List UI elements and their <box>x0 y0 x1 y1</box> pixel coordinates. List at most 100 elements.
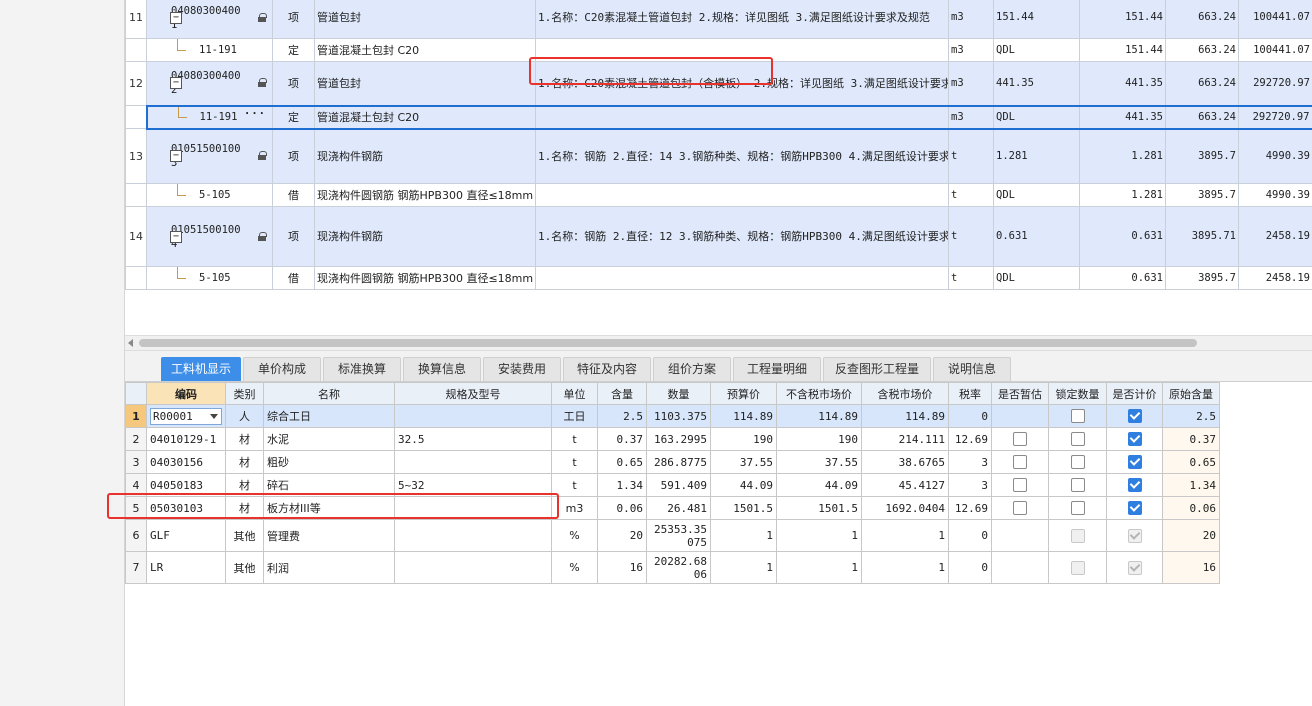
collapse-toggle-icon[interactable]: − <box>170 11 182 24</box>
resource-name[interactable]: 利润 <box>263 551 395 584</box>
priced-checkbox-cell[interactable] <box>1106 427 1163 451</box>
item-features[interactable]: 1.名称：C20素混凝土管道包封 2.规格：详见图纸 3.满足图纸设计要求及规范 <box>535 0 949 39</box>
lock-quantity-checkbox-cell[interactable] <box>1048 496 1107 520</box>
budget-price[interactable]: 1501.5 <box>710 496 777 520</box>
priced-checkbox[interactable] <box>1127 478 1142 492</box>
priced-checkbox-cell[interactable] <box>1106 551 1163 584</box>
estimate-checkbox[interactable] <box>1013 432 1027 446</box>
column-header[interactable]: 不含税市场价 <box>776 382 862 405</box>
priced-checkbox-cell[interactable] <box>1106 450 1163 474</box>
market-price-inc-tax[interactable]: 114.89 <box>861 404 949 428</box>
resource-name[interactable]: 水泥 <box>263 427 395 451</box>
scroll-left-arrow[interactable] <box>128 339 133 347</box>
quantity-expression[interactable]: 441.35 <box>993 61 1080 106</box>
tab-8[interactable]: 工程量明细 <box>733 357 821 381</box>
quota-sub-row[interactable]: 5-105 借现浇构件圆钢筋 钢筋HPB300 直径≤18mm t QDL 1.281 3… <box>125 183 1312 207</box>
quantity-expression[interactable]: 151.44 <box>993 0 1080 39</box>
tab-10[interactable]: 说明信息 <box>933 357 1011 381</box>
horizontal-scrollbar[interactable] <box>125 335 1312 351</box>
item-code-cell[interactable]: 5-105 <box>146 183 273 207</box>
tax-rate[interactable]: 0 <box>948 551 992 584</box>
estimate-checkbox-cell[interactable] <box>991 519 1049 552</box>
resource-row[interactable]: 6 GLF 其他 管理费% 20 25353.35075 1 1 1 0 20 <box>125 519 1220 552</box>
estimate-checkbox-cell[interactable] <box>991 450 1049 474</box>
resource-spec[interactable] <box>394 551 552 584</box>
budget-price[interactable]: 114.89 <box>710 404 777 428</box>
market-price-inc-tax[interactable]: 214.111 <box>861 427 949 451</box>
priced-checkbox[interactable] <box>1127 455 1142 469</box>
column-header[interactable]: 含量 <box>597 382 647 405</box>
code-combo[interactable]: R00001 <box>150 407 222 425</box>
budget-price[interactable]: 44.09 <box>710 473 777 497</box>
item-name[interactable]: 管道混凝土包封 C20 <box>314 104 536 130</box>
quantity-expression[interactable]: QDL <box>993 104 1080 130</box>
resource-content[interactable]: 0.37 <box>597 427 647 451</box>
tab-5[interactable]: 安装费用 <box>483 357 561 381</box>
resource-name[interactable]: 粗砂 <box>263 450 395 474</box>
estimate-checkbox-cell[interactable] <box>991 496 1049 520</box>
lock-quantity-checkbox[interactable] <box>1070 560 1085 575</box>
budget-price[interactable]: 190 <box>710 427 777 451</box>
quantity-expression[interactable]: QDL <box>993 183 1080 207</box>
item-name[interactable]: 现浇构件圆钢筋 钢筋HPB300 直径≤18mm <box>314 183 536 207</box>
market-price-ex-tax[interactable]: 190 <box>776 427 862 451</box>
market-price-ex-tax[interactable]: 1 <box>776 551 862 584</box>
resource-name[interactable]: 综合工日 <box>263 404 395 428</box>
tab-6[interactable]: 特征及内容 <box>563 357 651 381</box>
item-code-cell[interactable]: 11-191 <box>146 38 273 62</box>
tab-4[interactable]: 换算信息 <box>403 357 481 381</box>
resource-content[interactable]: 1.34 <box>597 473 647 497</box>
item-features[interactable] <box>535 104 949 130</box>
item-features[interactable]: 1.名称：钢筋 2.直径：14 3.钢筋种类、规格：钢筋HPB300 4.满足图… <box>535 128 949 184</box>
resource-content[interactable]: 2.5 <box>597 404 647 428</box>
market-price-ex-tax[interactable]: 1 <box>776 519 862 552</box>
lock-quantity-checkbox-cell[interactable] <box>1048 427 1107 451</box>
resource-name[interactable]: 管理费 <box>263 519 395 552</box>
item-code-cell[interactable]: −040803004001 <box>146 0 273 39</box>
item-name[interactable]: 管道包封 <box>314 61 536 106</box>
budget-price[interactable]: 1 <box>710 519 777 552</box>
lock-quantity-checkbox[interactable] <box>1070 455 1085 469</box>
lock-quantity-checkbox-cell[interactable] <box>1048 519 1107 552</box>
column-header[interactable]: 含税市场价 <box>861 382 949 405</box>
quantity-expression[interactable]: 1.281 <box>993 128 1080 184</box>
column-header[interactable]: 税率 <box>948 382 992 405</box>
market-price-ex-tax[interactable]: 44.09 <box>776 473 862 497</box>
item-features[interactable] <box>535 183 949 207</box>
priced-checkbox[interactable] <box>1127 432 1142 446</box>
estimate-checkbox-cell[interactable] <box>991 404 1049 428</box>
column-header[interactable] <box>125 382 147 405</box>
item-name[interactable]: 现浇构件圆钢筋 钢筋HPB300 直径≤18mm <box>314 266 536 290</box>
resource-spec[interactable] <box>394 450 552 474</box>
resource-code[interactable]: R00001 <box>146 404 226 428</box>
lock-quantity-checkbox[interactable] <box>1070 478 1085 492</box>
market-price-ex-tax[interactable]: 1501.5 <box>776 496 862 520</box>
resource-row[interactable]: 7 LR 其他 利润% 16 20282.6806 1 1 1 0 16 <box>125 551 1220 584</box>
item-code-cell[interactable]: 5-105 <box>146 266 273 290</box>
column-header[interactable]: 规格及型号 <box>394 382 552 405</box>
estimate-checkbox-cell[interactable] <box>991 473 1049 497</box>
resource-content[interactable]: 16 <box>597 551 647 584</box>
lock-quantity-checkbox[interactable] <box>1070 432 1085 446</box>
budget-price[interactable]: 37.55 <box>710 450 777 474</box>
quota-sub-row[interactable]: 5-105 借现浇构件圆钢筋 钢筋HPB300 直径≤18mm t QDL 0.631 3… <box>125 266 1312 290</box>
priced-checkbox[interactable] <box>1127 528 1142 543</box>
collapse-toggle-icon[interactable]: − <box>170 230 182 243</box>
tax-rate[interactable]: 0 <box>948 404 992 428</box>
dropdown-caret-icon[interactable] <box>210 413 218 419</box>
market-price-inc-tax[interactable]: 45.4127 <box>861 473 949 497</box>
estimate-checkbox[interactable] <box>1013 455 1027 469</box>
item-name[interactable]: 现浇构件钢筋 <box>314 128 536 184</box>
tab-2[interactable]: 单价构成 <box>243 357 321 381</box>
quota-sub-row[interactable]: 11-191 ··· 定管道混凝土包封 C20 m3 QDL 441.35 663.24 29… <box>125 104 1312 130</box>
lock-quantity-checkbox[interactable] <box>1070 501 1085 515</box>
item-name[interactable]: 现浇构件钢筋 <box>314 206 536 267</box>
priced-checkbox-cell[interactable] <box>1106 519 1163 552</box>
lock-quantity-checkbox[interactable] <box>1070 409 1085 423</box>
resource-content[interactable]: 0.65 <box>597 450 647 474</box>
resource-content[interactable]: 20 <box>597 519 647 552</box>
lock-quantity-checkbox-cell[interactable] <box>1048 450 1107 474</box>
item-code-cell[interactable]: −010515001004 <box>146 206 273 267</box>
lock-quantity-checkbox[interactable] <box>1070 528 1085 543</box>
estimate-checkbox-cell[interactable] <box>991 551 1049 584</box>
